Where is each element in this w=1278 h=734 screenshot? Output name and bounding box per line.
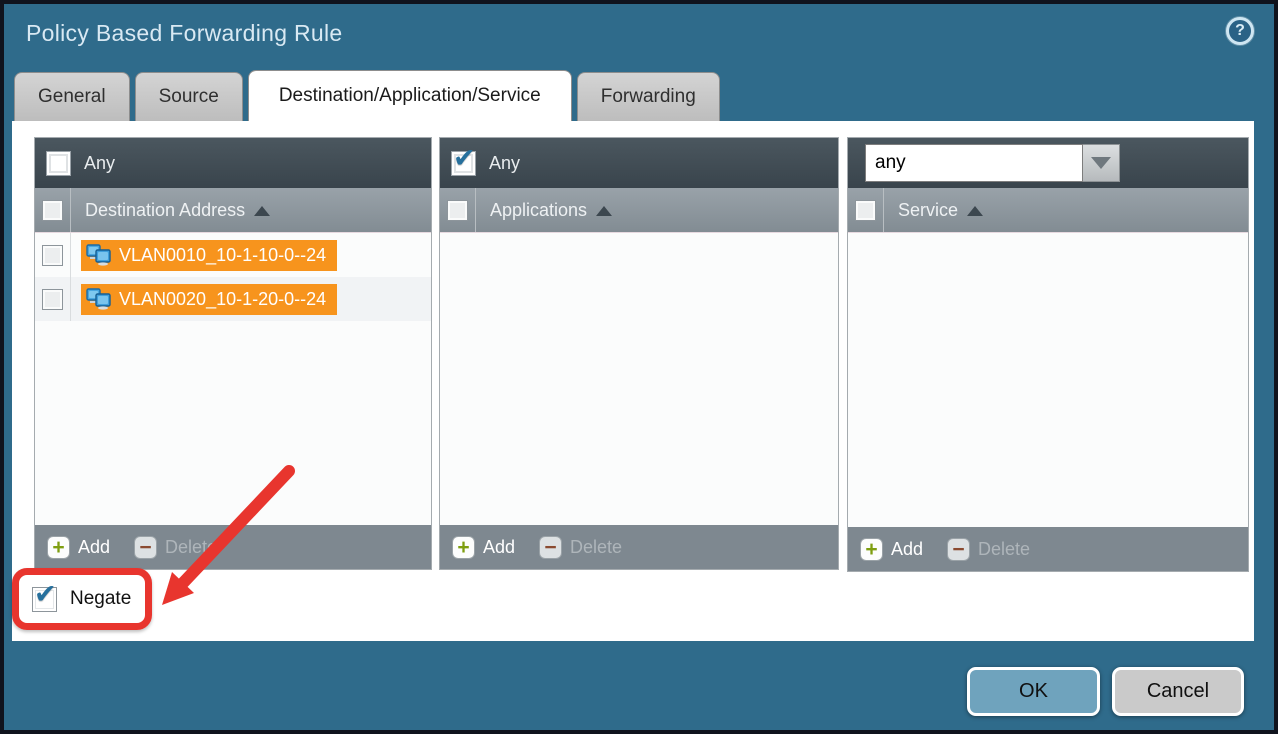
destination-panel: ✔ Any Destination Address <box>34 137 432 570</box>
service-dropdown-row: any <box>848 138 1248 188</box>
applications-list <box>440 233 838 525</box>
minus-icon: − <box>544 537 556 558</box>
address-object-name: VLAN0020_10-1-20-0--24 <box>119 289 326 310</box>
sort-asc-icon <box>967 206 983 216</box>
check-icon: ✔ <box>453 143 476 174</box>
plus-icon: + <box>865 539 877 560</box>
service-dropdown-value[interactable]: any <box>865 144 1083 182</box>
applications-any-row: ✔ Any <box>440 138 838 188</box>
table-row: VLAN0010_10-1-10-0--24 <box>35 233 431 277</box>
applications-panel: ✔ Any Applications + Add − Delete <box>439 137 839 570</box>
destination-any-checkbox[interactable]: ✔ <box>46 151 71 176</box>
destination-column-label: Destination Address <box>85 200 245 221</box>
table-row: VLAN0020_10-1-20-0--24 <box>35 277 431 321</box>
destination-column-header: Destination Address <box>35 188 431 233</box>
minus-icon: − <box>139 537 151 558</box>
applications-any-label: Any <box>489 153 520 174</box>
plus-icon: + <box>52 537 64 558</box>
service-column-label: Service <box>898 200 958 221</box>
policy-based-forwarding-dialog: Policy Based Forwarding Rule ? General S… <box>0 0 1278 734</box>
chevron-down-icon <box>1091 157 1111 169</box>
service-list <box>848 233 1248 527</box>
minus-icon: − <box>952 539 964 560</box>
address-object-chip[interactable]: VLAN0010_10-1-10-0--24 <box>81 240 337 271</box>
applications-footer: + Add − Delete <box>440 525 838 569</box>
service-column-header: Service <box>848 188 1248 233</box>
check-icon: ✔ <box>34 579 57 610</box>
address-object-icon <box>86 244 112 266</box>
delete-button[interactable]: − Delete <box>539 536 622 559</box>
add-label: Add <box>78 537 110 558</box>
destination-any-row: ✔ Any <box>35 138 431 188</box>
dialog-title: Policy Based Forwarding Rule <box>26 20 343 47</box>
ok-button[interactable]: OK <box>967 667 1100 716</box>
destination-select-all-checkbox[interactable] <box>42 200 63 221</box>
negate-annotation-highlight: ✔ Negate <box>12 568 152 630</box>
address-object-name: VLAN0010_10-1-10-0--24 <box>119 245 326 266</box>
delete-label: Delete <box>165 537 217 558</box>
tab-bar: General Source Destination/Application/S… <box>14 70 720 121</box>
applications-column-label: Applications <box>490 200 587 221</box>
add-label: Add <box>891 539 923 560</box>
delete-button[interactable]: − Delete <box>134 536 217 559</box>
destination-footer: + Add − Delete <box>35 525 431 569</box>
tab-general[interactable]: General <box>14 72 130 121</box>
applications-column-header: Applications <box>440 188 838 233</box>
applications-sort-header[interactable]: Applications <box>490 200 612 221</box>
delete-button[interactable]: − Delete <box>947 538 1030 561</box>
row-checkbox[interactable] <box>42 289 63 310</box>
destination-sort-header[interactable]: Destination Address <box>85 200 270 221</box>
applications-select-all-checkbox[interactable] <box>447 200 468 221</box>
negate-label: Negate <box>70 588 131 610</box>
help-icon[interactable]: ? <box>1226 17 1254 45</box>
service-sort-header[interactable]: Service <box>898 200 983 221</box>
negate-checkbox[interactable]: ✔ <box>32 587 57 612</box>
service-select-all-checkbox[interactable] <box>855 200 876 221</box>
address-object-icon <box>86 288 112 310</box>
delete-label: Delete <box>570 537 622 558</box>
applications-any-checkbox[interactable]: ✔ <box>451 151 476 176</box>
service-footer: + Add − Delete <box>848 527 1248 571</box>
service-panel: any Service + Add − Delete <box>847 137 1249 572</box>
add-button[interactable]: + Add <box>860 538 923 561</box>
destination-any-label: Any <box>84 153 115 174</box>
cancel-button[interactable]: Cancel <box>1112 667 1244 716</box>
destination-list: VLAN0010_10-1-10-0--24 <box>35 233 431 525</box>
service-dropdown-button[interactable] <box>1083 144 1120 182</box>
plus-icon: + <box>457 537 469 558</box>
tab-content: ✔ Any Destination Address <box>12 121 1254 641</box>
sort-asc-icon <box>596 206 612 216</box>
tab-forwarding[interactable]: Forwarding <box>577 72 720 121</box>
add-label: Add <box>483 537 515 558</box>
delete-label: Delete <box>978 539 1030 560</box>
add-button[interactable]: + Add <box>452 536 515 559</box>
tab-destination-application-service[interactable]: Destination/Application/Service <box>248 70 572 121</box>
service-dropdown[interactable]: any <box>865 144 1120 182</box>
add-button[interactable]: + Add <box>47 536 110 559</box>
sort-asc-icon <box>254 206 270 216</box>
address-object-chip[interactable]: VLAN0020_10-1-20-0--24 <box>81 284 337 315</box>
tab-source[interactable]: Source <box>135 72 243 121</box>
row-checkbox[interactable] <box>42 245 63 266</box>
